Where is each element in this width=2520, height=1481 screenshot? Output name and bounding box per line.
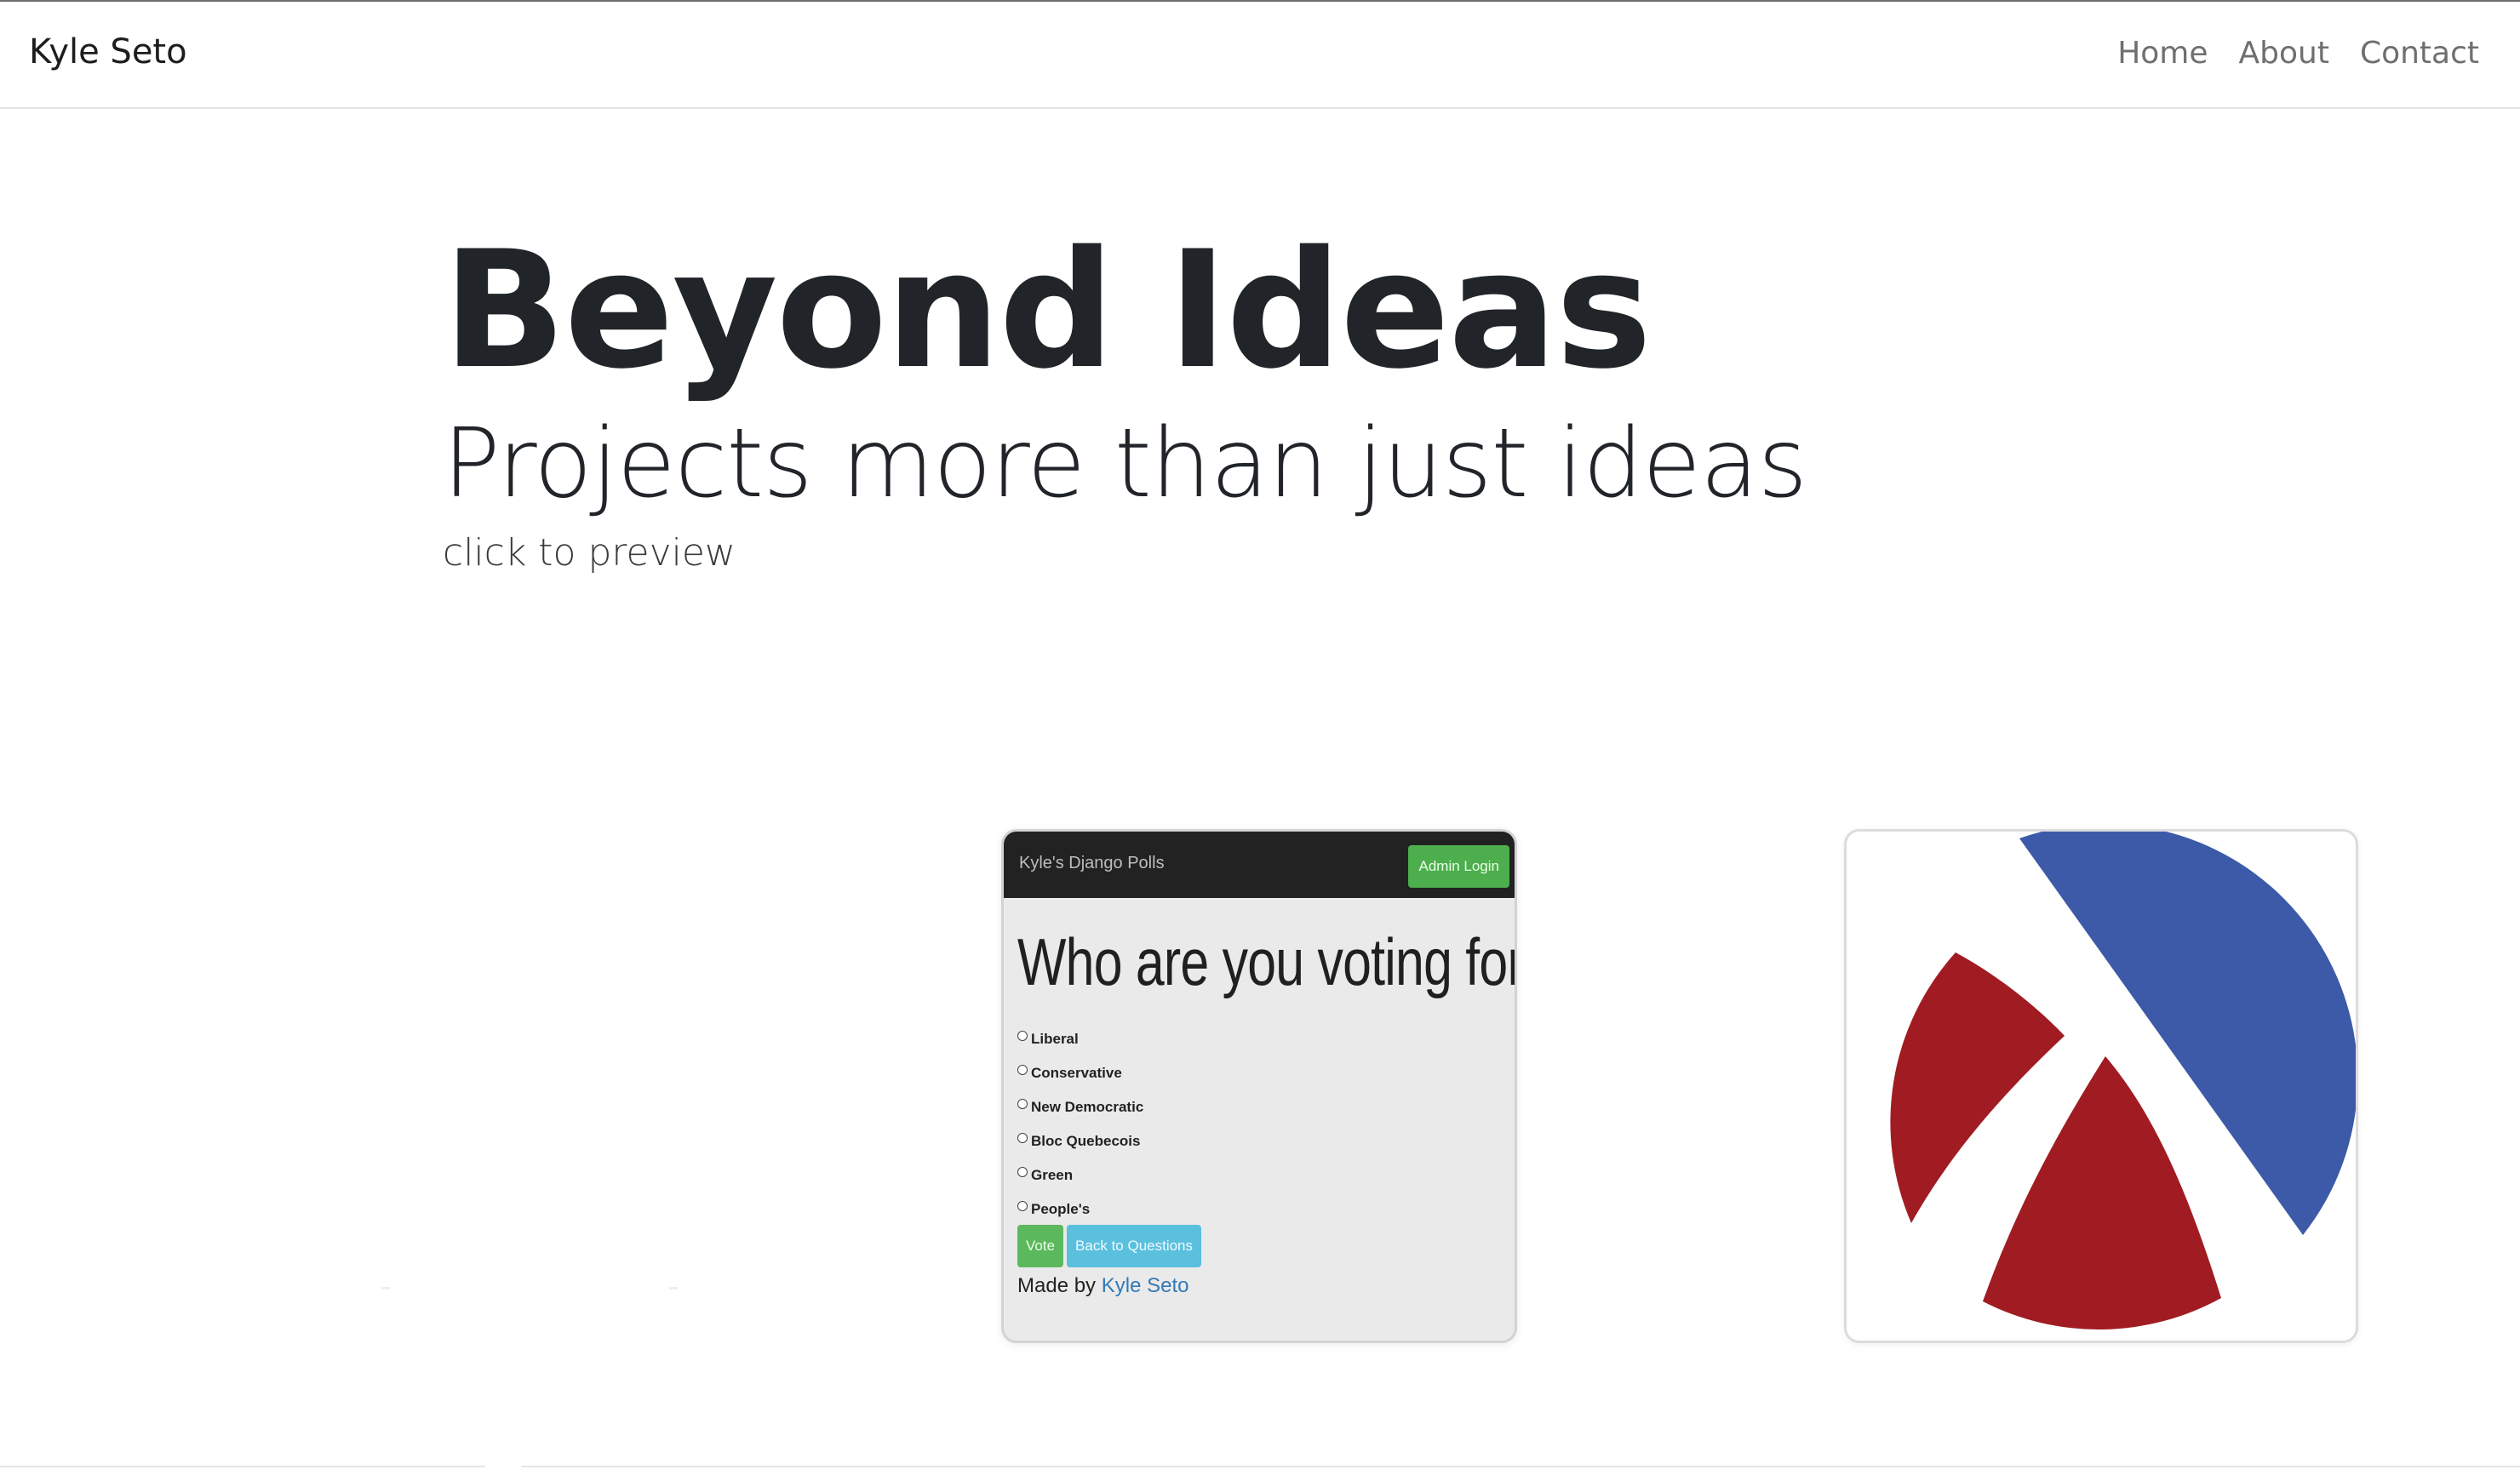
image-placeholder-dot [669,1287,678,1289]
radio-icon [1017,1167,1028,1177]
radio-icon [1017,1201,1028,1211]
radio-icon [1017,1065,1028,1075]
polls-navbar: Kyle's Django Polls Admin Login [1004,832,1515,898]
brand-link[interactable]: Kyle Seto [29,32,187,71]
bottom-divider [0,1466,2520,1467]
polls-back-button: Back to Questions [1067,1225,1202,1267]
polls-buttons: Vote Back to Questions [1017,1225,1202,1267]
polls-footer-prefix: Made by [1017,1274,1097,1297]
polls-option: Green [1017,1158,1143,1192]
project-card-blank[interactable] [375,830,681,1289]
project-card-django-polls[interactable]: Kyle's Django Polls Admin Login Who are … [1001,829,1517,1343]
polls-option: Bloc Quebecois [1017,1124,1143,1158]
hero-hint: click to preview [443,531,736,575]
hero-title: Beyond Ideas [443,216,1652,404]
polls-option-label: Conservative [1031,1065,1122,1081]
polls-option: New Democratic [1017,1090,1143,1124]
nav-link-contact[interactable]: Contact [2360,36,2479,71]
project-card-racket[interactable] [1844,829,2358,1343]
polls-option-label: People's [1031,1201,1091,1217]
polls-option-label: Green [1031,1167,1074,1183]
racket-logo-red-bottom-shape [1983,1056,2221,1329]
image-placeholder-dot [381,1287,390,1289]
polls-options: Liberal Conservative New Democratic Bloc… [1017,1022,1143,1227]
polls-admin-login-button: Admin Login [1408,845,1509,888]
nav-links: Home About Contact [2117,36,2479,71]
polls-option-label: Bloc Quebecois [1031,1133,1141,1149]
polls-vote-button: Vote [1017,1225,1064,1267]
hero-subtitle: Projects more than just ideas [443,409,1807,519]
polls-question: Who are you voting for? [1017,924,1517,999]
polls-footer: Made by Kyle Seto [1017,1274,1188,1298]
radio-icon [1017,1031,1028,1041]
nav-link-about[interactable]: About [2239,36,2329,71]
polls-option-label: New Democratic [1031,1099,1144,1115]
navbar: Kyle Seto Home About Contact [0,2,2520,109]
polls-option: People's [1017,1192,1143,1227]
polls-option-label: Liberal [1031,1031,1079,1047]
radio-icon [1017,1133,1028,1143]
polls-option: Conservative [1017,1056,1143,1090]
bottom-divider-gap [485,1464,521,1469]
nav-link-home[interactable]: Home [2117,36,2208,71]
racket-logo-icon [1890,832,2356,1329]
polls-app-name: Kyle's Django Polls [1019,854,1165,872]
radio-icon [1017,1099,1028,1109]
polls-footer-link: Kyle Seto [1101,1274,1189,1297]
polls-option: Liberal [1017,1022,1143,1056]
hero: Beyond Ideas Projects more than just ide… [443,221,2060,577]
